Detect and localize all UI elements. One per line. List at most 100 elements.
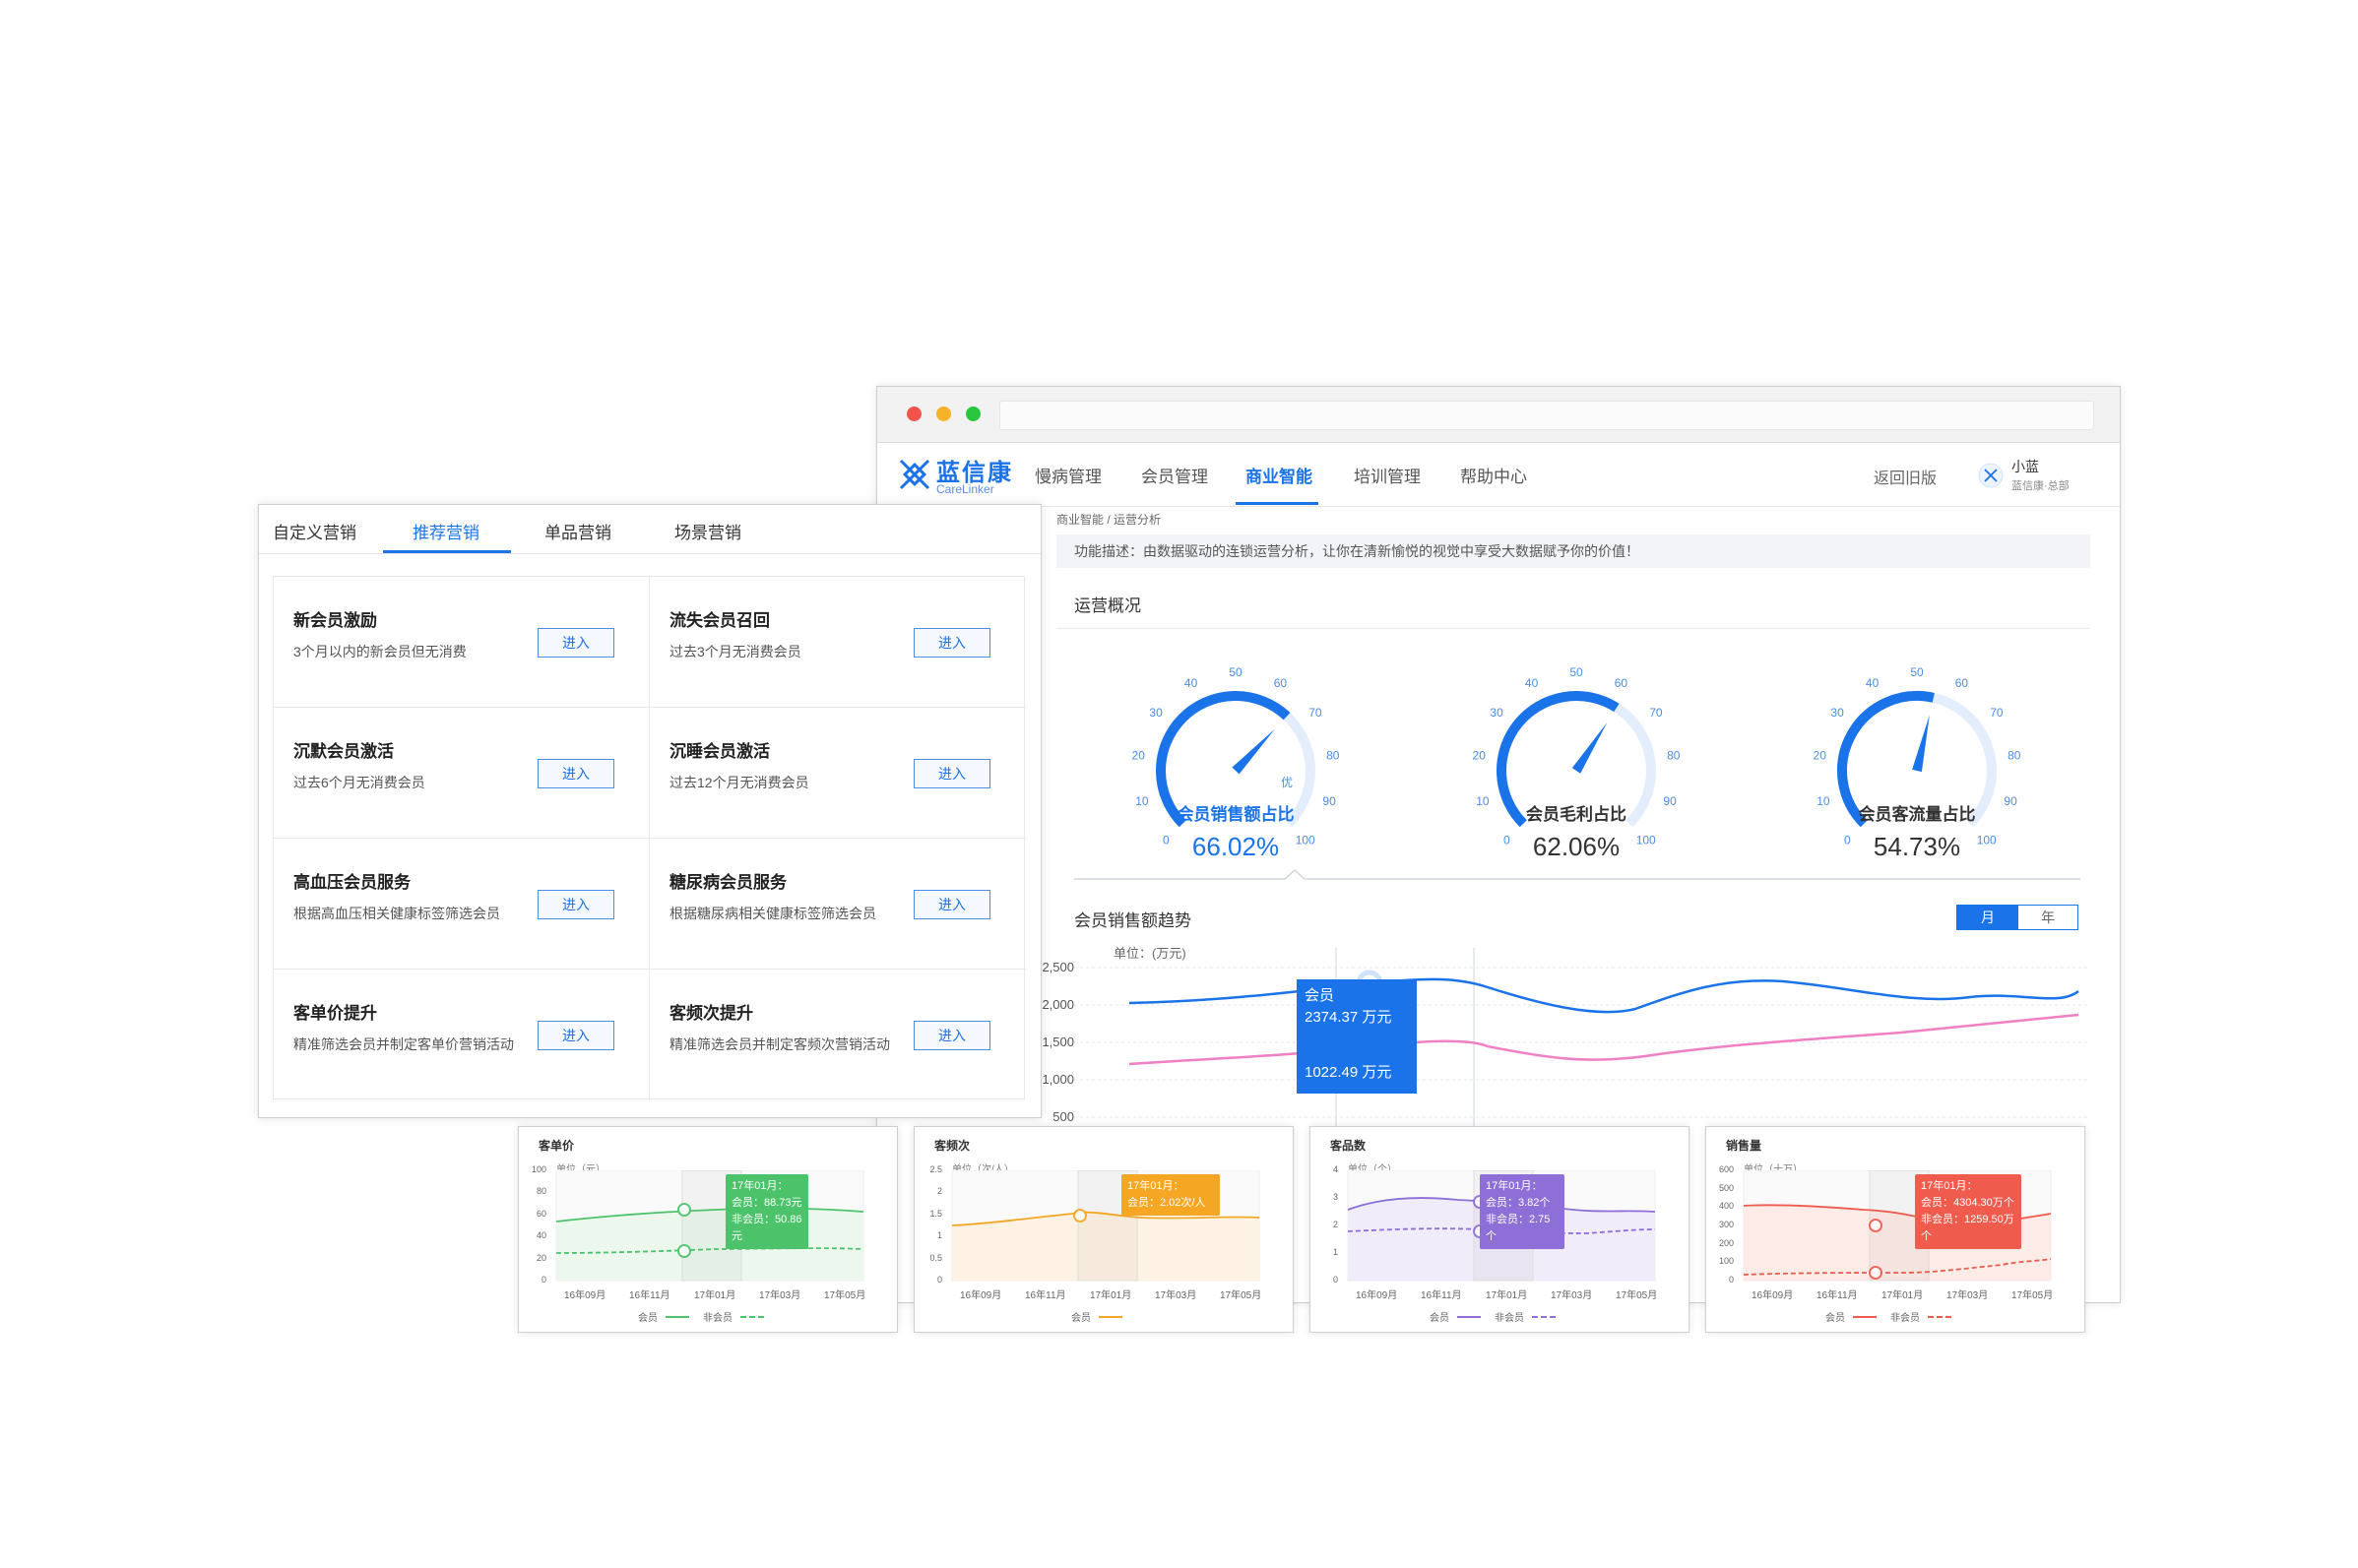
gauge-tick-label: 80: [1326, 748, 1340, 762]
address-bar[interactable]: [999, 401, 2094, 430]
mini-chart-tooltip-line: 会员：4304.30万个: [1921, 1197, 2014, 1209]
card-title: 新会员激励: [293, 611, 377, 630]
mini-chart-card: 客品数单位（个）4321016年09月16年11月17年01月17年03月17年…: [1309, 1126, 1689, 1333]
mini-chart-xtick: 16年11月: [629, 1290, 670, 1301]
mini-chart-xtick: 17年01月: [1090, 1290, 1132, 1301]
enter-button[interactable]: 进入: [538, 1021, 614, 1050]
card-desc: 根据高血压相关健康标签筛选会员: [293, 906, 500, 921]
mini-chart-tooltip-line: 17年01月：: [1486, 1180, 1543, 1192]
mini-chart-legend-swatch: [666, 1315, 689, 1318]
mini-chart-xtick: 16年11月: [1025, 1290, 1066, 1301]
mini-chart-nonmember-point: [677, 1244, 691, 1258]
nav-item-training[interactable]: 培训管理: [1354, 463, 1421, 487]
toggle-month-button[interactable]: 月: [1957, 906, 2018, 929]
mini-chart-card: 销售量单位（十万）600500400300200100016年09月16年11月…: [1705, 1126, 2085, 1333]
gauge-value-member-gross-profit: 62.06%: [1532, 832, 1621, 861]
enter-button[interactable]: 进入: [914, 890, 990, 919]
card-desc: 过去6个月无消费会员: [293, 775, 425, 790]
enter-button[interactable]: 进入: [538, 890, 614, 919]
gauge-tick-label: 40: [1525, 676, 1539, 690]
mini-chart-xtick: 16年11月: [1816, 1290, 1858, 1301]
marketing-card: 客单价提升 精准筛选会员并制定客单价营销活动 进入: [274, 970, 650, 1100]
mini-chart-xtick: 16年11月: [1421, 1290, 1462, 1301]
gauge-tick-label: 40: [1866, 676, 1880, 690]
card-desc: 3个月以内的新会员但无消费: [293, 644, 467, 659]
marketing-card: 沉睡会员激活 过去12个月无消费会员 进入: [650, 708, 1026, 839]
card-desc: 根据糖尿病相关健康标签筛选会员: [669, 906, 876, 921]
nav-active-underline: [1236, 502, 1318, 505]
tab-recommended-marketing[interactable]: 推荐营销: [413, 519, 479, 543]
tab-single-product-marketing[interactable]: 单品营销: [544, 519, 611, 543]
gauge-tick-label: 20: [1473, 748, 1487, 762]
user-avatar-icon[interactable]: [1978, 463, 2004, 488]
toggle-year-button[interactable]: 年: [2018, 906, 2077, 929]
mini-chart-tooltip-line: 17年01月：: [732, 1180, 789, 1192]
mini-chart-xtick: 17年01月: [694, 1290, 736, 1301]
trend-period-toggle: 月 年: [1956, 905, 2078, 930]
maximize-dot-icon[interactable]: [966, 407, 981, 421]
card-title: 客频次提升: [669, 1004, 753, 1023]
mini-chart-tooltip-line: 会员：2.02次/人: [1127, 1197, 1206, 1209]
close-dot-icon[interactable]: [907, 407, 922, 421]
trend-tooltip-name: 会员: [1305, 987, 1335, 1004]
card-desc: 精准筛选会员并制定客单价营销活动: [293, 1036, 514, 1052]
mini-chart-title: 客品数: [1330, 1139, 1367, 1153]
nav-item-help-center[interactable]: 帮助中心: [1460, 463, 1527, 487]
trend-nonmember-line: [1128, 1013, 2079, 1066]
carelinker-logo-icon: [899, 459, 930, 490]
mini-chart-xtick: 17年05月: [1616, 1290, 1658, 1301]
enter-button[interactable]: 进入: [914, 628, 990, 658]
function-description: 功能描述：由数据驱动的连锁运营分析，让你在清新愉悦的视觉中享受大数据赋予你的价值…: [1056, 534, 2090, 568]
gauge-tick-label: 70: [1308, 706, 1322, 720]
mini-chart-plot: [951, 1170, 1260, 1282]
tab-custom-marketing[interactable]: 自定义营销: [273, 519, 356, 543]
return-old-version-link[interactable]: 返回旧版: [1874, 465, 1937, 488]
mini-chart-legend: 会员 非会员: [519, 1308, 897, 1326]
minimize-dot-icon[interactable]: [936, 407, 951, 421]
mini-chart-card: 客频次单位（次/人）2.521.510.5016年09月16年11月17年01月…: [914, 1126, 1294, 1333]
gauge-label-member-sales: 会员销售额占比: [1177, 805, 1295, 824]
enter-button[interactable]: 进入: [538, 759, 614, 788]
card-title: 沉默会员激活: [293, 742, 394, 761]
mini-chart-card: 客单价单位（元）10080604020016年09月16年11月17年01月17…: [518, 1126, 898, 1333]
mini-chart-member-point: [1869, 1219, 1882, 1232]
gauge-value-member-sales: 66.02%: [1191, 832, 1280, 861]
card-title: 高血压会员服务: [293, 873, 411, 892]
browser-titlebar: [877, 387, 2120, 443]
enter-button[interactable]: 进入: [914, 1021, 990, 1050]
mini-chart-legend-label: 会员: [1825, 1313, 1845, 1324]
mini-chart-tooltip: 17年01月： 会员：2.02次/人: [1121, 1174, 1220, 1216]
enter-button[interactable]: 进入: [914, 759, 990, 788]
gauge-label-member-gross-profit: 会员毛利占比: [1526, 805, 1626, 824]
gauge-tick-label: 30: [1490, 706, 1503, 720]
marketing-card: 沉默会员激活 过去6个月无消费会员 进入: [274, 708, 650, 839]
gauge-tick-label: 50: [1569, 665, 1583, 679]
mini-chart-xtick: 17年03月: [1155, 1290, 1197, 1301]
mini-chart-xtick: 17年01月: [1486, 1290, 1528, 1301]
gauge-tick-label: 70: [1990, 706, 2004, 720]
mini-chart-legend-swatch: [740, 1315, 764, 1318]
mini-chart-legend: 会员 非会员: [1310, 1308, 1689, 1326]
nav-item-member-management[interactable]: 会员管理: [1141, 463, 1208, 487]
marketing-card: 流失会员召回 过去3个月无消费会员 进入: [650, 577, 1026, 708]
mini-chart-legend: 会员 非会员: [1706, 1308, 2084, 1326]
mini-chart-tooltip: 17年01月： 会员：4304.30万个 非会员：1259.50万个: [1915, 1174, 2021, 1249]
mini-chart-legend-label: 会员: [638, 1313, 658, 1324]
nav-item-chronic-disease[interactable]: 慢病管理: [1035, 463, 1102, 487]
mini-chart-xtick: 17年05月: [824, 1290, 866, 1301]
mini-chart-legend-swatch: [1457, 1315, 1481, 1318]
nav-item-business-intelligence[interactable]: 商业智能: [1245, 463, 1312, 487]
mini-chart-xtick: 16年09月: [960, 1290, 1002, 1301]
gauge-tick-label: 50: [1229, 665, 1243, 679]
gauge-label-member-traffic: 会员客流量占比: [1858, 805, 1976, 824]
card-title: 沉睡会员激活: [669, 742, 770, 761]
gauge-tick-label: 50: [1910, 665, 1924, 679]
card-desc: 精准筛选会员并制定客频次营销活动: [669, 1036, 890, 1052]
enter-button[interactable]: 进入: [538, 628, 614, 658]
card-desc: 过去12个月无消费会员: [669, 775, 809, 790]
mini-chart-title: 销售量: [1726, 1139, 1762, 1153]
card-desc: 过去3个月无消费会员: [669, 644, 801, 659]
mini-chart-legend-label: 非会员: [1495, 1313, 1524, 1324]
tab-scenario-marketing[interactable]: 场景营销: [674, 519, 741, 543]
user-name[interactable]: 小蓝: [2011, 457, 2039, 476]
